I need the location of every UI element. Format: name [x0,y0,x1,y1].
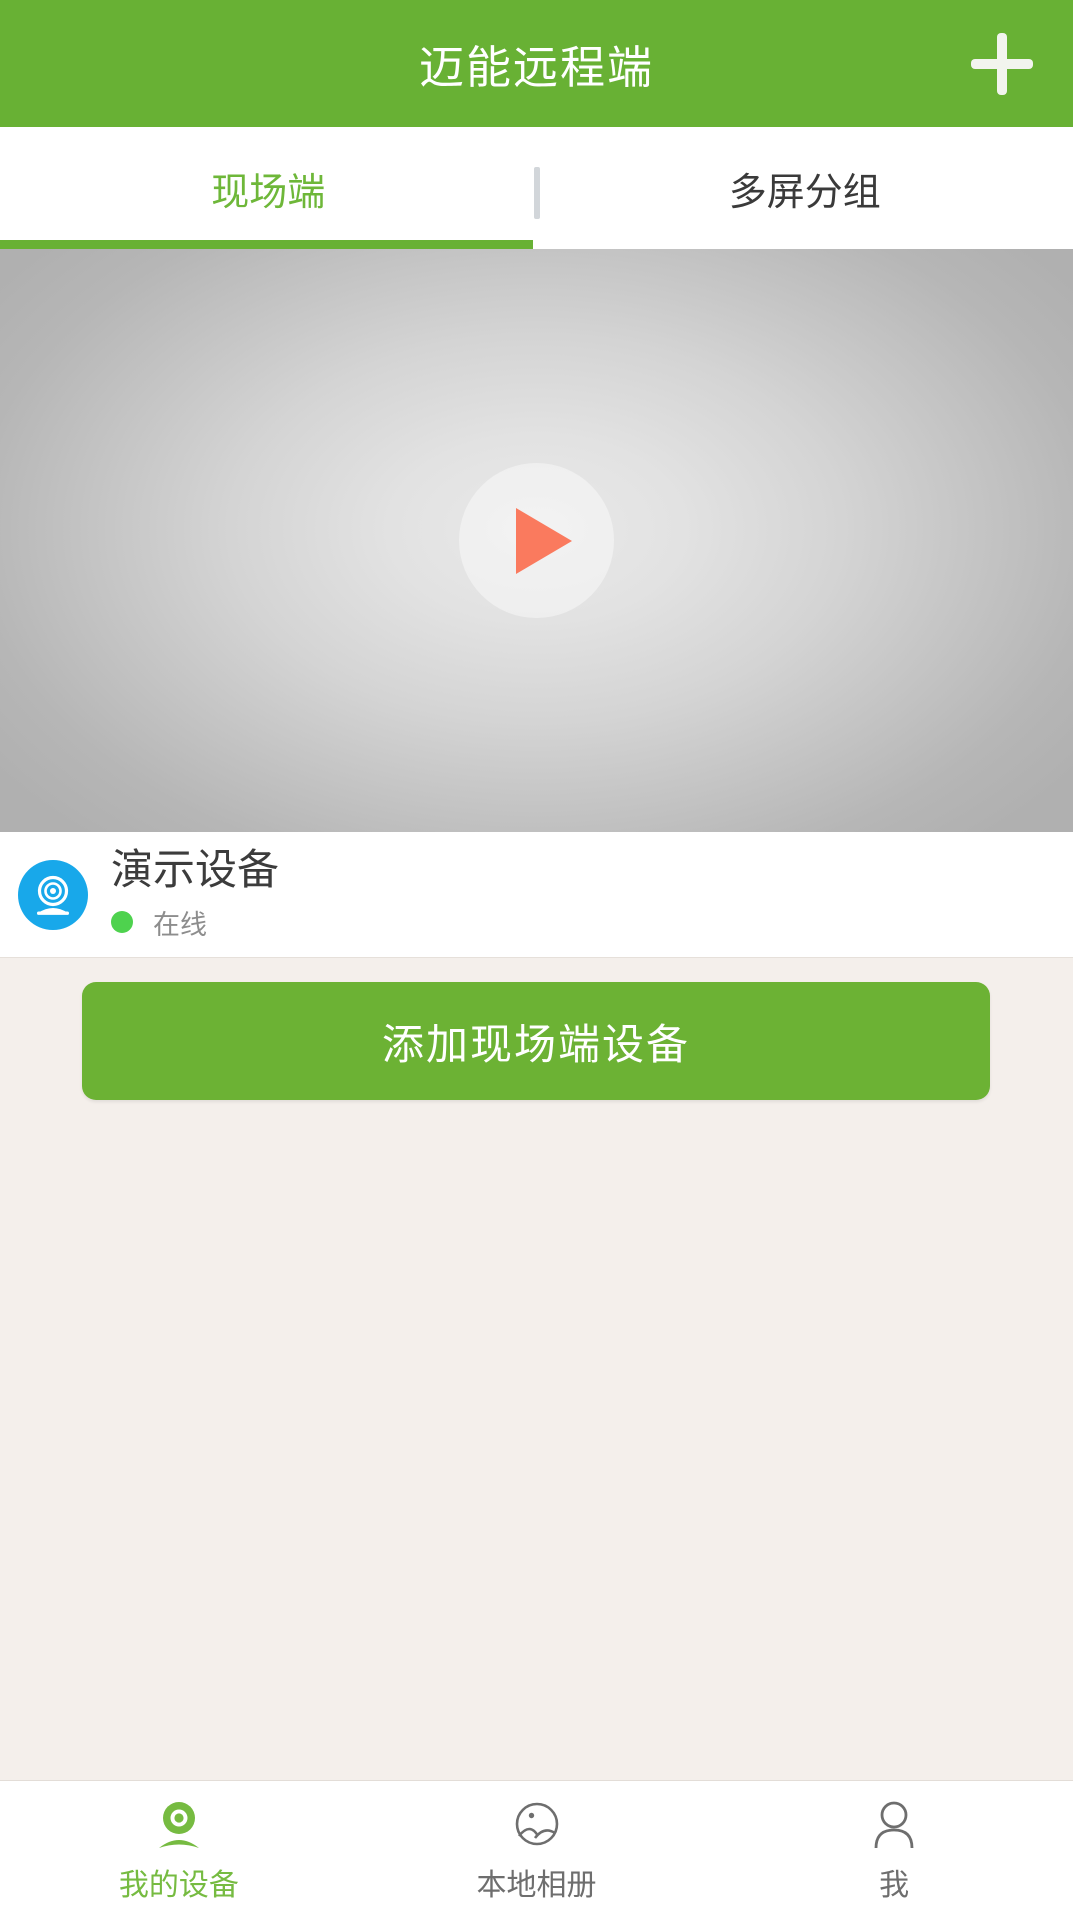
play-button[interactable] [459,463,614,618]
nav-item-my-devices-label: 我的设备 [118,1869,239,1902]
tab-divider [534,167,540,219]
avatar [18,859,88,930]
webcam-icon [37,875,69,915]
status-dot-icon [111,911,133,934]
nav-item-local-album[interactable]: 本地相册 [358,1781,716,1913]
status-badge: 在线 [111,903,279,942]
nav-item-me[interactable]: 我 [715,1781,1073,1913]
play-triangle-icon [515,507,572,574]
nav-item-me-label: 我 [879,1869,910,1902]
add-device-button[interactable]: 添加现场端设备 [82,982,990,1100]
webcam-icon [158,1802,199,1848]
page-title: 迈能远程端 [418,42,654,93]
tab-bar: 现场端 多屏分组 [0,127,1073,249]
plus-icon[interactable] [971,32,1033,95]
tab-active-underline [0,240,533,249]
video-preview[interactable] [0,249,1073,832]
nav-local-album-icon-wrap [511,1796,563,1854]
tab-site-devices-label: 现场端 [211,171,326,214]
device-status-label: 在线 [153,909,207,940]
tab-multiscreen-group-label: 多屏分组 [728,171,881,214]
bottom-navigation: 我的设备 本地相册 我 [0,1780,1073,1913]
nav-me-icon-wrap [868,1796,920,1854]
app-root: 迈能远程端 现场端 多屏分组 演示设备 在线 添加现场端设备 我的设备 本地相册… [0,0,1073,1913]
device-list-item[interactable]: 演示设备 在线 [0,832,1073,957]
person-icon [874,1801,914,1849]
device-name: 演示设备 [111,846,280,894]
nav-item-my-devices[interactable]: 我的设备 [0,1781,358,1913]
tab-multiscreen-group[interactable]: 多屏分组 [537,127,1073,249]
main-content: 添加现场端设备 [0,957,1073,1780]
photo-landscape-icon [515,1802,558,1846]
device-info: 演示设备 在线 [111,847,279,941]
tab-site-devices[interactable]: 现场端 [0,127,537,249]
nav-my-devices-icon-wrap [153,1796,205,1854]
app-header: 迈能远程端 [0,0,1073,127]
nav-item-local-album-label: 本地相册 [476,1869,597,1902]
